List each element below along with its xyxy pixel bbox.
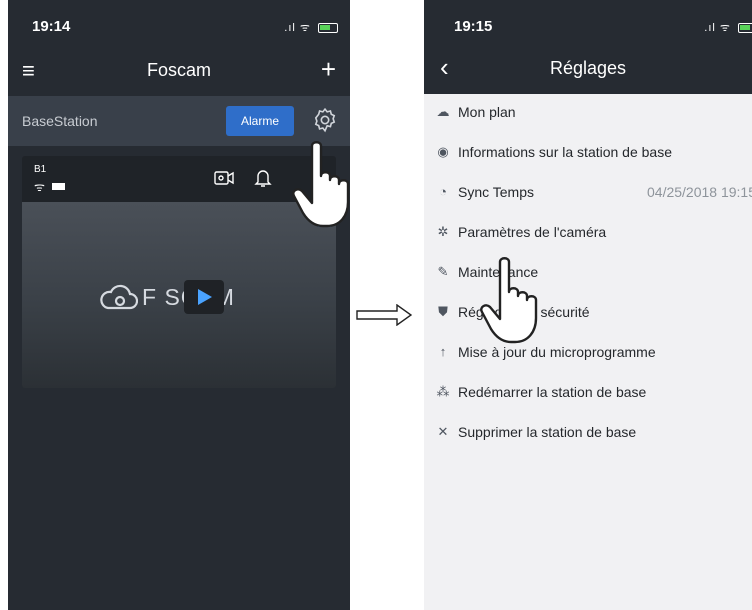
- wifi-icon: ᯤ: [34, 180, 45, 194]
- settings-item-label: Sync Temps: [458, 184, 534, 200]
- settings-item-base-station-info[interactable]: ◉ Informations sur la station de base: [424, 134, 752, 174]
- play-button[interactable]: [184, 280, 224, 314]
- webcam-icon: ◉: [437, 144, 449, 159]
- app-header: ≡ Foscam +: [8, 52, 350, 92]
- page-title: Réglages: [549, 58, 627, 78]
- sync-time-value: 04/25/2018 19:15: [647, 184, 752, 200]
- clock-icon: ◔: [439, 184, 447, 199]
- battery-icon: [52, 183, 65, 190]
- status-icons: .ıl ᯤ: [284, 20, 338, 35]
- status-time: 19:14: [32, 18, 71, 35]
- shield-icon: ⛊: [438, 304, 448, 319]
- settings-item-delete-base-station[interactable]: ✕ Supprimer la station de base: [424, 414, 752, 454]
- settings-item-label: Redémarrer la station de base: [458, 384, 647, 400]
- battery-icon: [738, 23, 752, 34]
- settings-header: 19:15 .ıl ᯤ ‹ Réglages: [424, 0, 752, 94]
- alarm-button[interactable]: Alarme: [226, 106, 294, 136]
- settings-item-maintenance[interactable]: ✎ Maintenance: [424, 254, 752, 294]
- app-title: Foscam: [146, 60, 211, 80]
- foscam-home-screen: 19:14 .ıl ᯤ ≡ Foscam + BaseStation Alarm…: [8, 0, 350, 610]
- camera-id: B1: [34, 164, 47, 175]
- settings-item-camera-parameters[interactable]: ✲ Paramètres de l'caméra: [424, 214, 752, 254]
- status-bar: 19:14 .ıl ᯤ: [8, 0, 350, 52]
- status-time: 19:15: [454, 18, 493, 35]
- settings-item-label: Mon plan: [458, 104, 516, 120]
- cloud-camera-icon: [100, 284, 138, 310]
- settings-item-sync-time[interactable]: ◔ Sync Temps 04/25/2018 19:15: [424, 174, 752, 214]
- signal-icon: .ıl ᯤ: [284, 22, 311, 34]
- settings-item-security[interactable]: ⛊ Réglages de sécurité: [424, 294, 752, 334]
- foscam-logo: F SCAM: [98, 280, 268, 314]
- pointing-hand-icon: [292, 141, 350, 228]
- status-icons: .ıl ᯤ: [704, 20, 752, 35]
- add-device-button[interactable]: +: [321, 54, 336, 85]
- wrench-icon: ✎: [437, 264, 449, 279]
- arrow-up-icon: ↑: [439, 344, 447, 359]
- camera-card-header: B1 ᯤ: [22, 156, 336, 200]
- gear-icon[interactable]: [312, 107, 338, 133]
- close-circle-icon: ✕: [437, 424, 449, 439]
- cloud-icon: ☁: [436, 104, 450, 119]
- bell-icon[interactable]: [254, 168, 272, 188]
- signal-icon: .ıl ᯤ: [704, 22, 731, 34]
- loading-icon: ⁂: [436, 384, 450, 399]
- settings-item-mon-plan[interactable]: ☁ Mon plan: [424, 94, 752, 134]
- pointing-hand-icon: [480, 257, 538, 344]
- settings-list: ☁ Mon plan ◉ Informations sur la station…: [424, 94, 752, 454]
- base-station-name: BaseStation: [22, 113, 98, 129]
- settings-item-restart-base-station[interactable]: ⁂ Redémarrer la station de base: [424, 374, 752, 414]
- settings-item-firmware-update[interactable]: ↑ Mise à jour du microprogramme: [424, 334, 752, 374]
- video-record-icon[interactable]: [214, 170, 234, 186]
- battery-icon: [318, 23, 338, 34]
- settings-item-label: Informations sur la station de base: [458, 144, 673, 160]
- transition-arrow-icon: [356, 304, 412, 326]
- camera-card[interactable]: B1 ᯤ ON F SCAM: [22, 156, 336, 388]
- settings-item-label: Supprimer la station de base: [458, 424, 637, 440]
- settings-screen: 19:15 .ıl ᯤ ‹ Réglages ☁ Mon plan ◉ Info…: [424, 0, 752, 610]
- gear-icon: ✲: [437, 224, 449, 239]
- settings-item-label: Paramètres de l'caméra: [458, 224, 607, 240]
